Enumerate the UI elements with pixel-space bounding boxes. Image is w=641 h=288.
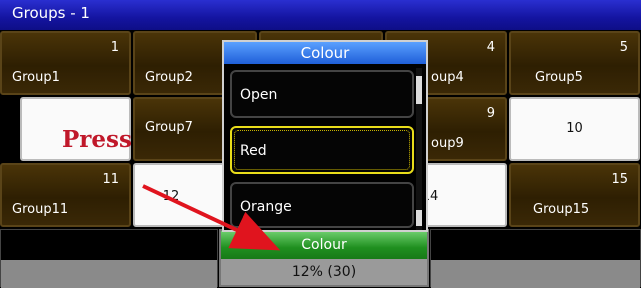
group-label: Group11 [12,202,69,217]
press-annotation: Press [62,126,132,153]
group-label: Group5 [535,70,583,85]
window-title: Groups - 1 [12,4,90,22]
colour-option-open[interactable]: Open [230,70,414,118]
group-number: 12 [162,189,180,204]
group-number: 1 [110,40,119,55]
colour-tab-value: 12% (30) [221,259,427,285]
group-number: 4 [486,40,495,55]
group-number: 10 [566,121,583,136]
group-label: oup9 [431,136,464,151]
encoder-slot-left[interactable] [0,229,218,288]
group-label: Group15 [533,202,590,217]
group-label: Group7 [145,120,193,135]
colour-encoder-tab[interactable]: Colour 12% (30) [219,229,429,287]
group-label: oup4 [431,70,464,85]
group-label: Group1 [12,70,60,85]
scrollbar-thumb-lower [416,210,422,226]
window-titlebar: Groups - 1 [0,0,641,31]
option-label: Orange [240,199,292,215]
colour-option-orange[interactable]: Orange [230,182,414,228]
option-label: Red [240,143,267,159]
colour-option-red[interactable]: Red [230,126,414,174]
scrollbar-thumb[interactable] [416,76,422,104]
option-label: Open [240,87,278,103]
colour-popup: Colour Open Red Orange [222,40,428,232]
group-number: 15 [611,172,628,187]
group-button-5[interactable]: 5 Group5 [509,31,640,95]
popup-scrollbar[interactable] [416,68,422,230]
group-label: Group2 [145,70,193,85]
group-number: 5 [619,40,628,55]
group-number: 9 [486,106,495,121]
encoder-slot-right[interactable] [430,229,641,288]
group-button-15[interactable]: 15 Group15 [509,163,640,227]
popup-title: Colour [224,42,426,64]
colour-tab-label: Colour [221,231,427,259]
group-button-10[interactable]: 10 [509,97,640,161]
group-button-1[interactable]: 1 Group1 [0,31,131,95]
group-number: 11 [102,172,119,187]
